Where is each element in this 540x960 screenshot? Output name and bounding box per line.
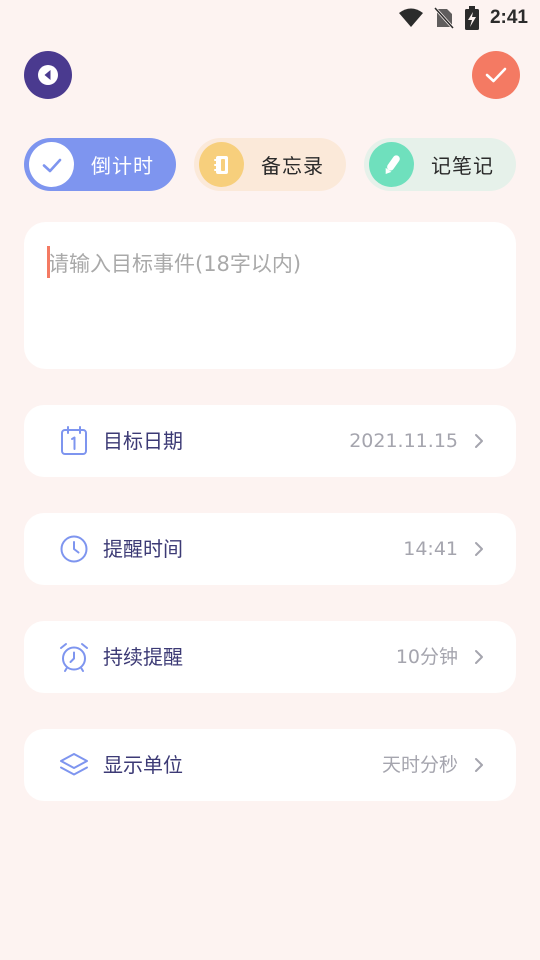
chevron-right-icon xyxy=(475,434,483,448)
chevron-right-icon xyxy=(475,650,483,664)
layers-icon xyxy=(60,753,88,776)
row-reminder-time-value: 14:41 xyxy=(403,538,458,560)
no-sim-icon xyxy=(433,7,454,29)
tab-memo[interactable]: 备忘录 xyxy=(194,138,346,191)
confirm-button[interactable] xyxy=(472,51,520,99)
row-target-date-value: 2021.11.15 xyxy=(349,430,458,452)
row-target-date-label: 目标日期 xyxy=(103,429,183,453)
text-caret xyxy=(47,246,50,278)
tab-memo-icon-wrap xyxy=(199,142,244,187)
calendar-icon xyxy=(61,426,87,455)
row-continuous-reminder-value: 10分钟 xyxy=(395,646,458,668)
chevron-right-icon xyxy=(475,758,483,772)
check-icon xyxy=(42,158,61,172)
back-arrow-icon xyxy=(38,65,58,85)
row-continuous-reminder[interactable]: 持续提醒 10分钟 xyxy=(24,621,516,693)
pen-icon xyxy=(385,154,400,174)
notebook-icon xyxy=(213,155,228,174)
tab-countdown-icon-wrap xyxy=(29,142,74,187)
tab-memo-label: 备忘录 xyxy=(261,154,324,178)
event-input[interactable] xyxy=(48,244,488,284)
tab-countdown-label: 倒计时 xyxy=(91,154,154,178)
check-icon xyxy=(485,67,507,83)
wifi-icon xyxy=(398,8,423,27)
tab-countdown[interactable]: 倒计时 xyxy=(24,138,176,191)
tab-note-icon-wrap xyxy=(369,142,414,187)
battery-charging-icon xyxy=(464,6,479,30)
status-bar: 2:41 xyxy=(0,0,540,36)
row-display-unit-value: 天时分秒 xyxy=(381,754,458,776)
back-button[interactable] xyxy=(24,51,72,99)
alarm-icon xyxy=(60,643,88,672)
row-reminder-time-label: 提醒时间 xyxy=(103,537,183,561)
row-target-date[interactable]: 目标日期 2021.11.15 xyxy=(24,405,516,477)
tab-note-label: 记笔记 xyxy=(431,154,494,178)
event-input-card[interactable] xyxy=(24,222,516,369)
tab-note[interactable]: 记笔记 xyxy=(364,138,516,191)
row-reminder-time[interactable]: 提醒时间 14:41 xyxy=(24,513,516,585)
row-display-unit[interactable]: 显示单位 天时分秒 xyxy=(24,729,516,801)
status-time: 2:41 xyxy=(489,7,528,28)
row-display-unit-label: 显示单位 xyxy=(103,753,183,777)
clock-icon xyxy=(60,535,88,563)
chevron-right-icon xyxy=(475,542,483,556)
status-icons: 2:41 xyxy=(398,4,528,32)
row-continuous-reminder-label: 持续提醒 xyxy=(103,645,183,669)
